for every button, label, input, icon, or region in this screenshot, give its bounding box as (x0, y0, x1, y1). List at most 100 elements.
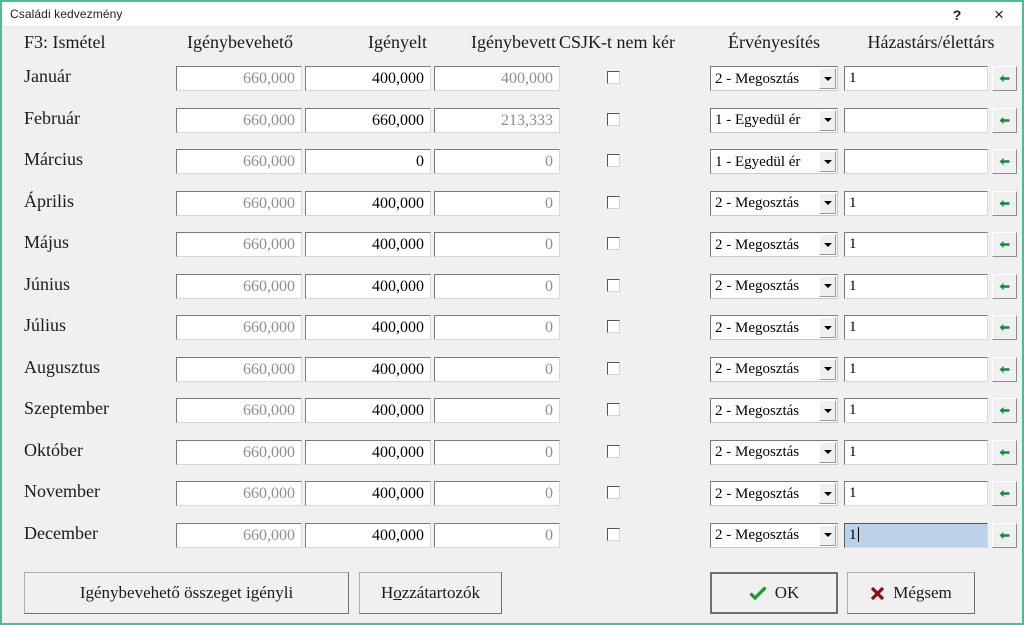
csjk-checkbox[interactable] (607, 195, 623, 212)
hazastars-input[interactable]: 1 (844, 481, 988, 506)
igenyelt-input[interactable]: 400,000 (305, 190, 431, 216)
green-left-arrow-icon (998, 238, 1011, 251)
csjk-checkbox[interactable] (607, 154, 623, 170)
chevron-down-icon[interactable] (819, 109, 836, 131)
chevron-down-icon[interactable] (819, 524, 836, 546)
csjk-checkbox[interactable] (607, 486, 623, 502)
igenybeveheto-field: 660,000 (176, 232, 302, 257)
spouse-picker-button[interactable] (992, 481, 1017, 506)
hazastars-input[interactable]: 1 (844, 356, 988, 382)
window-title: Családi kedvezmény (10, 7, 123, 21)
igenyelt-input[interactable]: 400,000 (305, 232, 431, 257)
spouse-picker-button[interactable] (992, 315, 1017, 340)
chevron-down-icon[interactable] (819, 234, 836, 255)
help-button[interactable]: ? (938, 2, 976, 27)
igenyelt-input[interactable]: 400,000 (305, 439, 431, 465)
hazastars-input[interactable]: 1 (844, 315, 988, 340)
claim-available-amount-button[interactable]: Igénybevehető összeget igényli (24, 572, 349, 614)
ervenyesites-select[interactable]: 2 - Megosztás (710, 66, 838, 91)
hazastars-input[interactable]: 1 (844, 439, 988, 465)
spouse-picker-button[interactable] (992, 356, 1017, 382)
csjk-checkbox[interactable] (607, 71, 623, 87)
chevron-down-icon[interactable] (819, 68, 836, 89)
hazastars-input[interactable]: 1 (844, 398, 988, 423)
igenyelt-input[interactable]: 400,000 (305, 315, 431, 340)
hazastars-input[interactable]: 1 (844, 522, 988, 548)
month-row: Június 660,000 400,000 0 2 - Megosztás 1 (2, 268, 1022, 310)
igenybevett-field: 0 (434, 356, 560, 382)
chevron-down-icon[interactable] (819, 317, 836, 338)
igenyelt-input[interactable]: 400,000 (305, 481, 431, 506)
csjk-checkbox[interactable] (607, 278, 623, 295)
csjk-checkbox[interactable] (607, 361, 623, 378)
ervenyesites-select[interactable]: 2 - Megosztás (710, 439, 838, 465)
spouse-picker-button[interactable] (992, 232, 1017, 257)
ok-button[interactable]: OK (710, 572, 838, 614)
igenyelt-input[interactable]: 400,000 (305, 66, 431, 91)
hazastars-input[interactable] (844, 107, 988, 133)
month-row: Január 660,000 400,000 400,000 2 - Megosztás… (2, 60, 1022, 102)
spouse-picker-button[interactable] (992, 190, 1017, 216)
chevron-down-icon[interactable] (819, 151, 836, 172)
ervenyesites-value: 2 - Megosztás (715, 361, 800, 377)
ervenyesites-select[interactable]: 2 - Megosztás (710, 522, 838, 548)
ervenyesites-select[interactable]: 2 - Megosztás (710, 356, 838, 382)
ervenyesites-select[interactable]: 1 - Egyedül ér (710, 149, 838, 174)
header-igenybeveheto: Igénybevehető (187, 32, 293, 52)
cancel-button[interactable]: Mégsem (847, 572, 975, 614)
ervenyesites-select[interactable]: 2 - Megosztás (710, 273, 838, 299)
claim-available-amount-label: Igénybevehető összeget igényli (79, 583, 294, 602)
spouse-picker-button[interactable] (992, 66, 1017, 91)
csjk-checkbox[interactable] (607, 403, 623, 419)
ervenyesites-select[interactable]: 2 - Megosztás (710, 315, 838, 340)
spouse-picker-button[interactable] (992, 273, 1017, 299)
csjk-checkbox[interactable] (607, 444, 623, 461)
csjk-checkbox[interactable] (607, 320, 623, 336)
ervenyesites-select[interactable]: 2 - Megosztás (710, 232, 838, 257)
igenybevett-field: 400,000 (434, 66, 560, 91)
ervenyesites-select[interactable]: 2 - Megosztás (710, 190, 838, 216)
chevron-down-icon[interactable] (819, 441, 836, 463)
hazastars-input[interactable]: 1 (844, 232, 988, 257)
hazastars-input[interactable] (844, 149, 988, 174)
ervenyesites-select[interactable]: 1 - Egyedül ér (710, 107, 838, 133)
month-row: Augusztus 660,000 400,000 0 2 - Megosztás 1 (2, 351, 1022, 393)
month-label: Július (24, 315, 67, 335)
igenybevett-field: 0 (434, 232, 560, 257)
dependents-button[interactable]: Hozzátartozók (359, 572, 502, 614)
chevron-down-icon[interactable] (819, 358, 836, 380)
hazastars-input[interactable]: 1 (844, 273, 988, 299)
spouse-picker-button[interactable] (992, 149, 1017, 174)
ervenyesites-select[interactable]: 2 - Megosztás (710, 481, 838, 506)
spouse-picker-button[interactable] (992, 107, 1017, 133)
csjk-checkbox[interactable] (607, 112, 623, 129)
hazastars-input[interactable]: 1 (844, 190, 988, 216)
checkbox-icon (607, 154, 620, 167)
spouse-picker-button[interactable] (992, 522, 1017, 548)
chevron-down-icon[interactable] (819, 400, 836, 421)
hazastars-value: 1 (849, 319, 857, 335)
close-button[interactable]: × (980, 2, 1018, 27)
spouse-picker-button[interactable] (992, 398, 1017, 423)
month-label: Január (24, 66, 71, 86)
chevron-down-icon[interactable] (819, 275, 836, 297)
chevron-down-icon[interactable] (819, 192, 836, 214)
igenyelt-input[interactable]: 660,000 (305, 107, 431, 133)
ervenyesites-value: 2 - Megosztás (715, 402, 800, 419)
igenyelt-input[interactable]: 400,000 (305, 356, 431, 382)
csjk-checkbox[interactable] (607, 527, 623, 544)
igenybevett-field: 0 (434, 315, 560, 340)
hazastars-input[interactable]: 1 (844, 66, 988, 91)
csjk-checkbox[interactable] (607, 237, 623, 253)
hazastars-value: 1 (849, 194, 857, 211)
month-label: November (24, 481, 100, 501)
month-label: December (24, 522, 98, 543)
igenyelt-input[interactable]: 400,000 (305, 398, 431, 423)
igenyelt-input[interactable]: 400,000 (305, 522, 431, 548)
spouse-picker-button[interactable] (992, 439, 1017, 465)
ervenyesites-select[interactable]: 2 - Megosztás (710, 398, 838, 423)
igenyelt-input[interactable]: 400,000 (305, 273, 431, 299)
igenybeveheto-field: 660,000 (176, 481, 302, 506)
chevron-down-icon[interactable] (819, 483, 836, 504)
igenyelt-input[interactable]: 0 (305, 149, 431, 174)
